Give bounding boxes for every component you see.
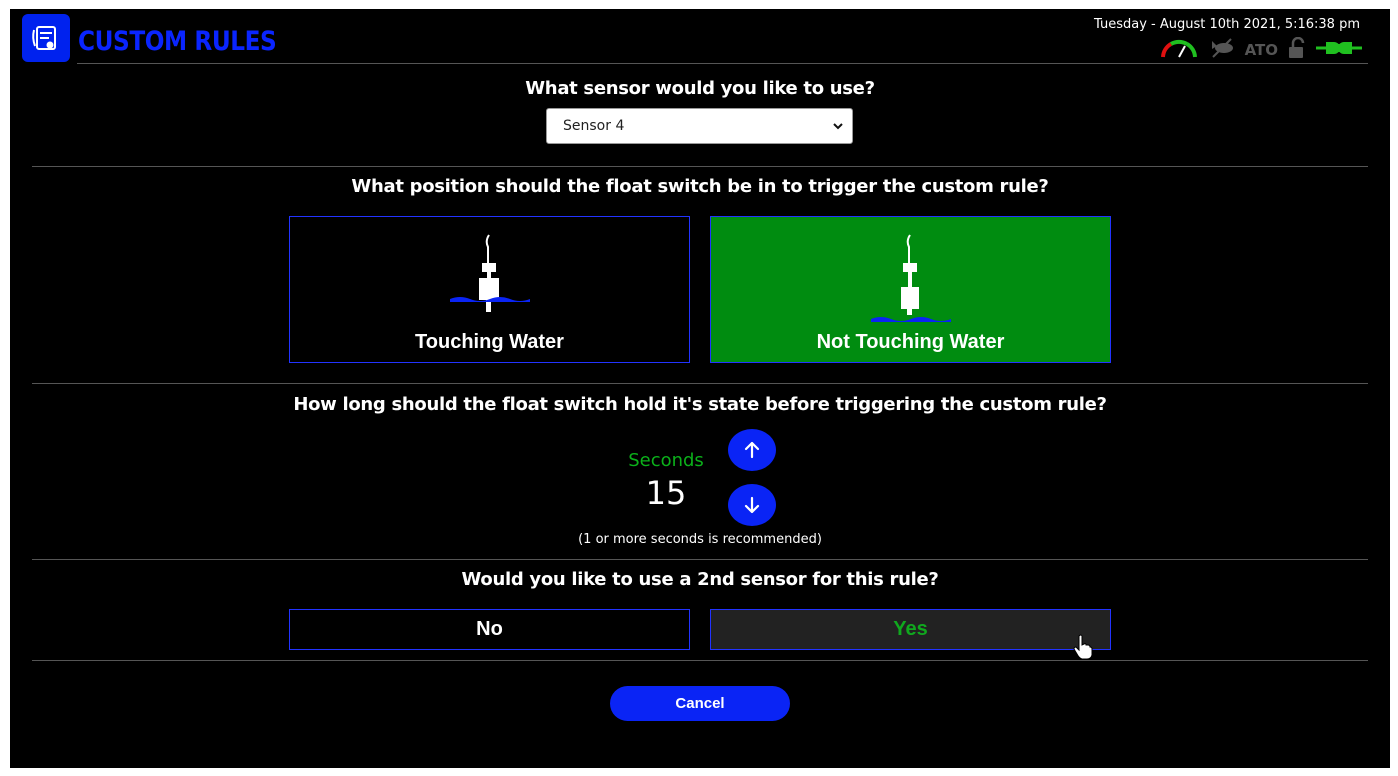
- hold-question: How long should the float switch hold it…: [293, 394, 1107, 415]
- section-divider: [32, 383, 1368, 384]
- touching-water-label: Touching Water: [415, 331, 564, 353]
- decrement-button[interactable]: [728, 484, 776, 526]
- section-divider: [32, 166, 1368, 167]
- page-title: CUSTOM RULES: [78, 26, 277, 57]
- second-sensor-question: Would you like to use a 2nd sensor for t…: [461, 569, 939, 590]
- ato-indicator[interactable]: ATO: [1245, 41, 1278, 59]
- gauge-icon[interactable]: [1159, 37, 1199, 64]
- section-divider: [32, 660, 1368, 661]
- sensor-select[interactable]: Sensor 4: [546, 108, 853, 144]
- sensor-question: What sensor would you like to use?: [525, 78, 875, 99]
- arrow-up-icon: [744, 441, 760, 459]
- header-divider: [77, 63, 1368, 64]
- chevron-down-icon: [832, 119, 844, 137]
- app-window: CUSTOM RULES Tuesday - August 10th 2021,…: [10, 9, 1390, 768]
- float-touching-water-icon: [450, 234, 530, 312]
- not-touching-water-label: Not Touching Water: [816, 331, 1005, 353]
- status-icons: ATO: [1159, 36, 1362, 64]
- header: CUSTOM RULES Tuesday - August 10th 2021,…: [22, 14, 1368, 64]
- rules-logo-icon[interactable]: [22, 14, 70, 62]
- float-not-touching-water-icon: [871, 234, 951, 322]
- plug-icon[interactable]: [1316, 37, 1362, 64]
- yes-button[interactable]: Yes: [710, 609, 1111, 650]
- position-question: What position should the float switch be…: [351, 176, 1049, 197]
- no-label: No: [476, 618, 503, 640]
- fish-icon[interactable]: [1209, 37, 1235, 64]
- increment-button[interactable]: [728, 429, 776, 471]
- arrow-down-icon: [744, 496, 760, 514]
- sensor-select-value: Sensor 4: [563, 118, 625, 134]
- cancel-button[interactable]: Cancel: [610, 686, 790, 721]
- touching-water-button[interactable]: Touching Water: [289, 216, 690, 363]
- section-divider: [32, 559, 1368, 560]
- unlock-icon[interactable]: [1288, 36, 1306, 64]
- yes-label: Yes: [893, 618, 928, 640]
- seconds-label: Seconds: [628, 450, 704, 471]
- cancel-label: Cancel: [675, 695, 725, 712]
- not-touching-water-button[interactable]: Not Touching Water: [710, 216, 1111, 363]
- hand-cursor-icon: [1073, 634, 1093, 660]
- datetime-display: Tuesday - August 10th 2021, 5:16:38 pm: [1094, 17, 1360, 32]
- seconds-value: 15: [645, 474, 687, 512]
- no-button[interactable]: No: [289, 609, 690, 650]
- seconds-hint: (1 or more seconds is recommended): [578, 532, 822, 547]
